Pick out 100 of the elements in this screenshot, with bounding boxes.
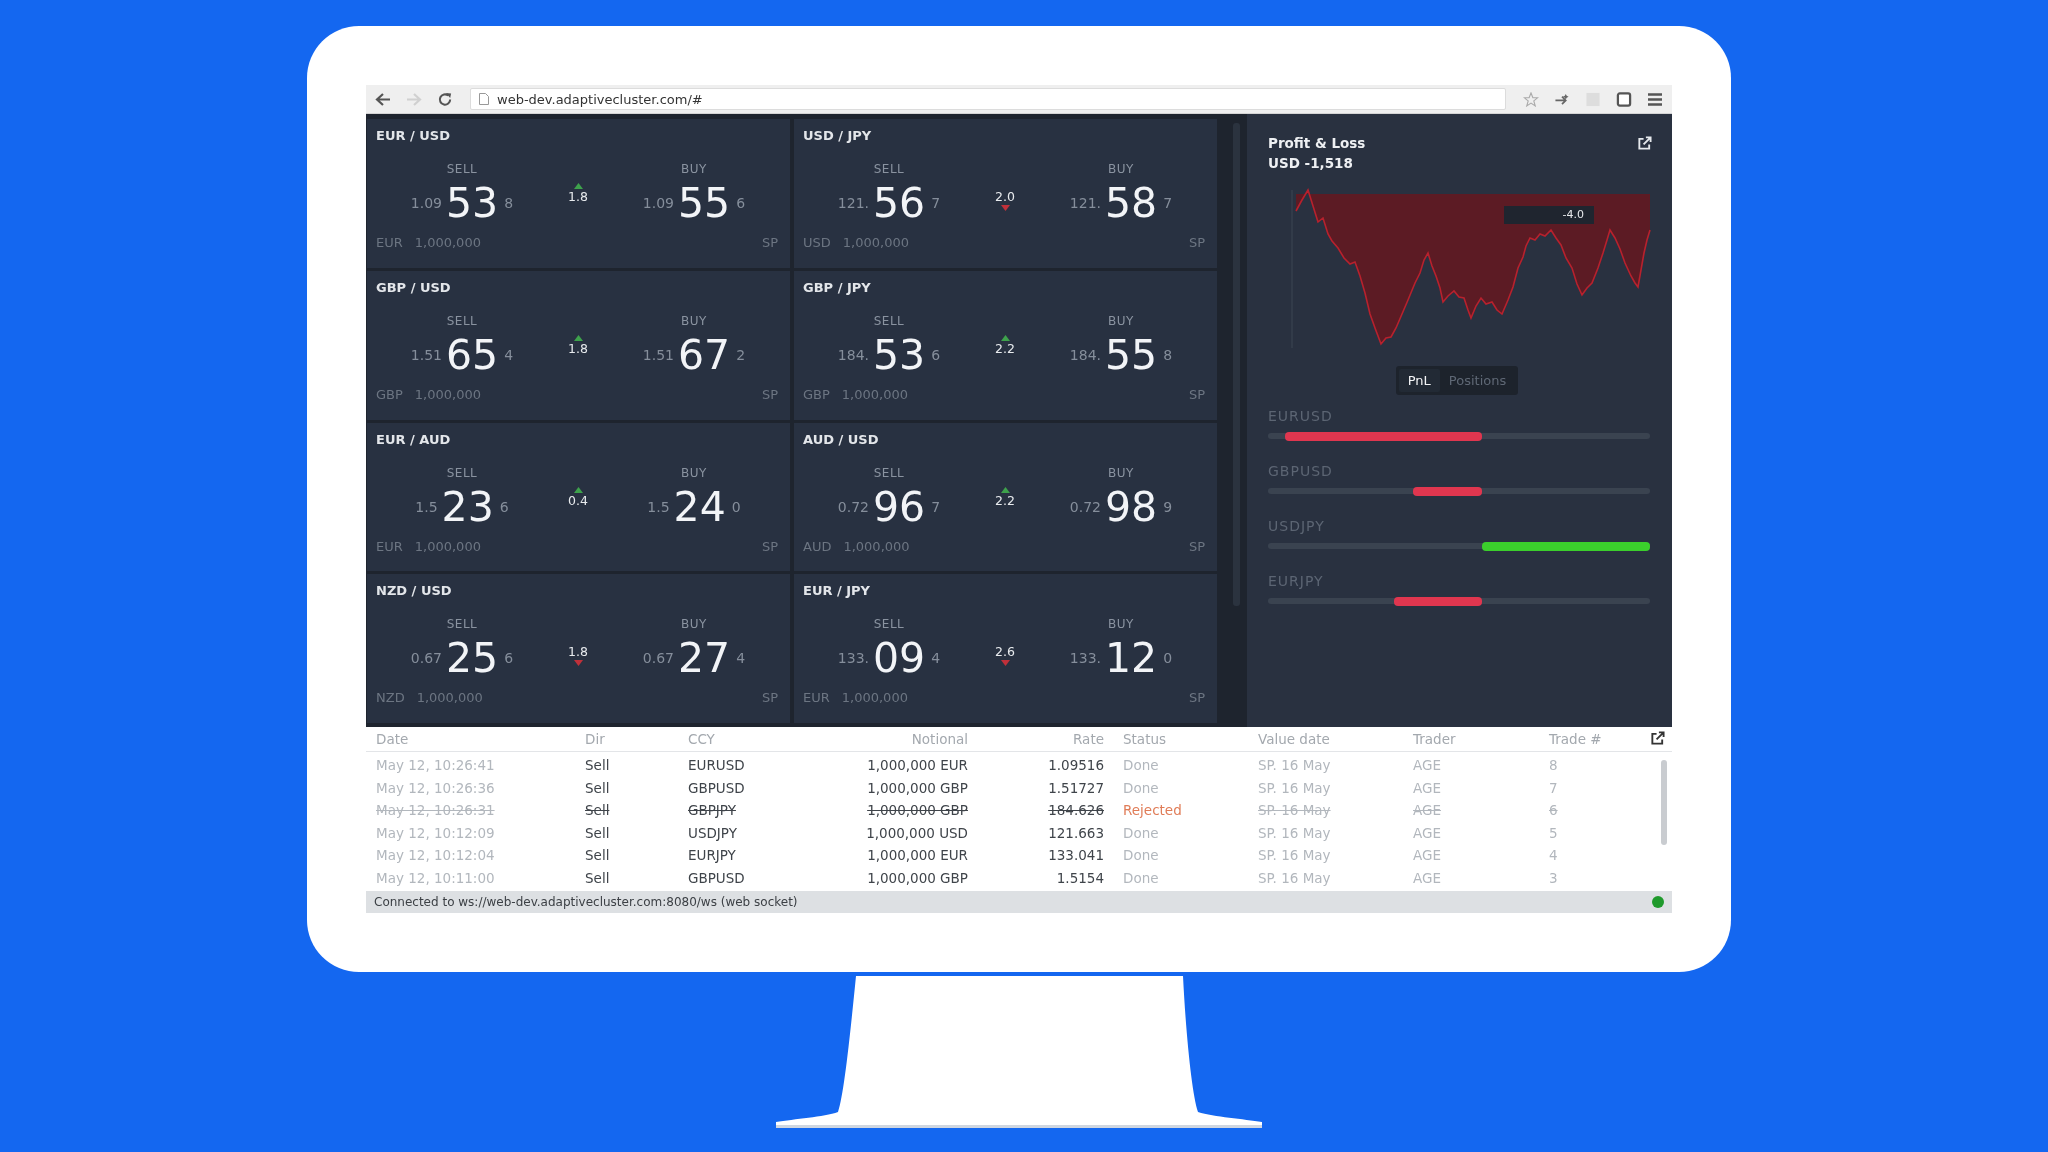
pnl-total: USD -1,518 (1268, 154, 1353, 172)
popout-icon[interactable] (1650, 731, 1665, 746)
tenor-label: SP (761, 538, 778, 555)
table-cell: 1,000,000 GBP (867, 802, 968, 819)
address-field[interactable]: web-dev.adaptivecluster.com/# (470, 88, 1506, 110)
table-cell: 133.041 (1048, 847, 1104, 864)
tenor-label: SP (1188, 690, 1205, 707)
table-cell: Sell (585, 847, 610, 864)
currency-pair: GBP / JPY (802, 279, 871, 296)
currency-label: GBP (376, 386, 403, 403)
spread-value: 1.8 (568, 190, 588, 204)
currency-label: EUR (376, 235, 403, 251)
table-cell: AGE (1413, 847, 1441, 864)
spread-value: 1.8 (568, 341, 588, 356)
tenor-label: SP (1188, 386, 1205, 403)
table-cell: EURUSD (688, 757, 745, 774)
table-cell: EURJPY (688, 847, 736, 864)
table-cell: May 12, 10:12:04 (376, 847, 495, 864)
tenor-label: SP (761, 690, 778, 707)
currency-label: NZD (376, 690, 405, 707)
notional-amount: 1,000,000 (843, 538, 910, 555)
arrow-icon[interactable] (1554, 91, 1570, 107)
table-cell: AGE (1413, 869, 1441, 886)
table-cell: May 12, 10:12:09 (376, 824, 495, 841)
back-icon[interactable] (375, 91, 391, 107)
currency-pair: NZD / USD (375, 583, 452, 600)
table-cell: 1,000,000 USD (866, 824, 968, 841)
table-cell: May 12, 10:26:36 (376, 779, 495, 796)
notional-amount: 1,000,000 (414, 386, 481, 403)
table-cell: 184.626 (1048, 802, 1104, 819)
notional-amount: 1,000,000 (414, 235, 481, 251)
window-icon[interactable] (1616, 91, 1632, 107)
table-cell: Rejected (1123, 802, 1182, 819)
table-cell: 1.5154 (1056, 869, 1104, 886)
tenor-label: SP (761, 386, 778, 403)
table-cell: SP. 16 May (1258, 824, 1331, 841)
table-cell: SP. 16 May (1258, 869, 1331, 886)
spread-value: 2.2 (995, 493, 1015, 508)
status-text: Connected to ws://web-dev.adaptivecluster.com:8080/ws (web socket) (374, 895, 798, 909)
table-cell: Done (1123, 757, 1159, 774)
table-cell: 1,000,000 GBP (867, 869, 968, 886)
notional-amount: 1,000,000 (842, 235, 909, 251)
scrollbar-thumb[interactable] (1661, 760, 1667, 845)
table-cell: 3 (1549, 869, 1558, 886)
currency-pair: USD / JPY (802, 128, 872, 144)
table-cell: May 12, 10:11:00 (376, 869, 495, 886)
panel-title: Profit & Loss (1268, 134, 1366, 152)
table-cell: Done (1123, 847, 1159, 864)
spread-value: 0.4 (568, 493, 588, 508)
table-cell: SP. 16 May (1258, 802, 1331, 819)
table-cell: 1,000,000 GBP (867, 779, 968, 796)
notional-amount: 1,000,000 (414, 538, 481, 555)
star-icon[interactable] (1523, 91, 1539, 107)
table-cell: AGE (1413, 779, 1441, 796)
table-cell: Done (1123, 824, 1159, 841)
table-cell: SP. 16 May (1258, 779, 1331, 796)
table-cell: AGE (1413, 757, 1441, 774)
table-cell: GBPUSD (688, 779, 745, 796)
currency-label: EUR (803, 690, 830, 707)
spread-value: 2.0 (995, 190, 1015, 204)
currency-pair: EUR / JPY (802, 583, 871, 600)
table-cell: 6 (1549, 802, 1558, 819)
notional-amount: 1,000,000 (416, 690, 483, 707)
table-cell: Sell (585, 757, 610, 774)
chart-tooltip: -4.0 (1504, 206, 1594, 224)
notional-amount: 1,000,000 (841, 690, 908, 707)
table-cell: 1.51727 (1048, 779, 1104, 796)
table-cell: May 12, 10:26:41 (376, 757, 495, 774)
table-cell: GBPJPY (688, 802, 736, 819)
table-cell: AGE (1413, 802, 1441, 819)
table-cell: 4 (1549, 847, 1558, 864)
tenor-label: SP (1188, 538, 1205, 555)
table-cell: AGE (1413, 824, 1441, 841)
table-cell: Done (1123, 779, 1159, 796)
table-cell: SP. 16 May (1258, 847, 1331, 864)
view-tab[interactable]: PnL (1398, 369, 1440, 392)
currency-label: EUR (376, 538, 403, 555)
table-cell: Sell (585, 802, 610, 819)
table-cell: USDJPY (688, 824, 737, 841)
currency-label: USD (803, 235, 831, 251)
tenor-label: SP (761, 235, 778, 251)
reload-icon[interactable] (437, 91, 453, 107)
menu-icon[interactable] (1647, 91, 1663, 107)
table-cell: May 12, 10:26:31 (376, 802, 495, 819)
tenor-label: SP (1188, 235, 1205, 251)
table-cell: Sell (585, 779, 610, 796)
spread-value: 2.2 (995, 341, 1015, 356)
table-cell: 8 (1549, 757, 1558, 774)
table-cell: 5 (1549, 824, 1558, 841)
table-cell: 7 (1549, 779, 1558, 796)
table-cell: Sell (585, 824, 610, 841)
page-icon (479, 93, 489, 105)
spread-value: 1.8 (568, 645, 588, 660)
currency-pair: AUD / USD (802, 431, 879, 448)
table-cell: 1,000,000 EUR (867, 847, 968, 864)
table-cell: Done (1123, 869, 1159, 886)
table-cell: 1,000,000 EUR (867, 757, 968, 774)
table-cell: Sell (585, 869, 610, 886)
spread-value: 2.6 (995, 645, 1015, 660)
currency-pair: GBP / USD (375, 279, 451, 296)
